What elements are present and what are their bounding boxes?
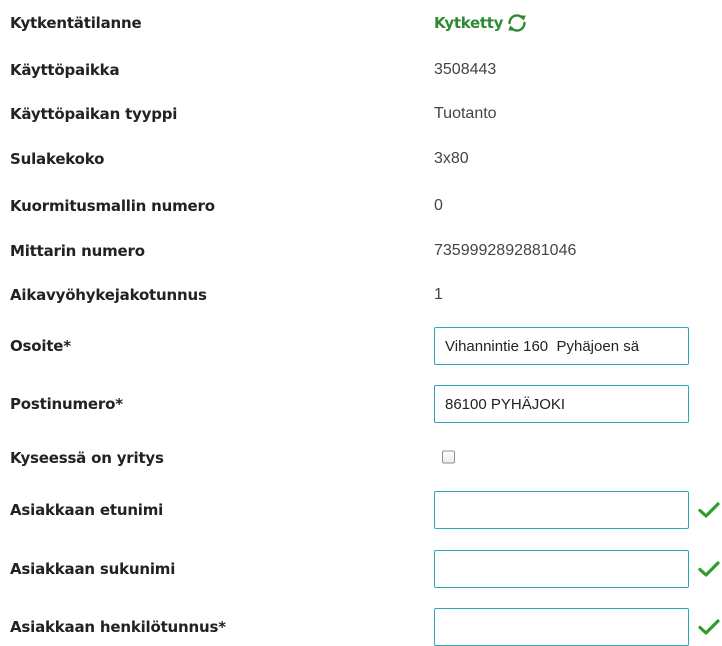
time-zone-code-value: 1 bbox=[434, 286, 443, 303]
meter-number-label: Mittarin numero bbox=[10, 242, 145, 260]
personal-id-input[interactable] bbox=[434, 608, 689, 646]
last-name-label: Asiakkaan sukunimi bbox=[10, 560, 176, 578]
meter-number-value: 7359992892881046 bbox=[434, 242, 577, 259]
refresh-icon[interactable] bbox=[505, 11, 529, 35]
last-name-input[interactable] bbox=[434, 550, 689, 588]
personal-id-label: Asiakkaan henkilötunnus* bbox=[10, 618, 226, 636]
connection-status-text: Kytketty bbox=[434, 14, 504, 32]
postal-code-label: Postinumero* bbox=[10, 395, 123, 413]
first-name-label: Asiakkaan etunimi bbox=[10, 501, 164, 519]
address-input[interactable] bbox=[434, 327, 689, 365]
fuse-size-label: Sulakekoko bbox=[10, 150, 105, 168]
load-model-number-value: 0 bbox=[434, 197, 443, 214]
fuse-size-value: 3x80 bbox=[434, 150, 469, 167]
checkmark-icon bbox=[698, 561, 720, 577]
connection-status-label: Kytkentätilanne bbox=[10, 14, 142, 32]
usage-place-label: Käyttöpaikka bbox=[10, 61, 120, 79]
is-company-label: Kyseessä on yritys bbox=[10, 449, 164, 467]
connection-status-value: Kytketty bbox=[434, 11, 529, 35]
address-label: Osoite* bbox=[10, 337, 71, 355]
is-company-checkbox[interactable] bbox=[442, 450, 455, 464]
postal-code-input[interactable] bbox=[434, 385, 689, 423]
time-zone-code-label: Aikavyöhykejakotunnus bbox=[10, 286, 207, 304]
load-model-number-label: Kuormitusmallin numero bbox=[10, 197, 215, 215]
checkmark-icon bbox=[698, 502, 720, 518]
usage-place-type-label: Käyttöpaikan tyyppi bbox=[10, 105, 178, 123]
checkmark-icon bbox=[698, 619, 720, 635]
usage-place-value: 3508443 bbox=[434, 61, 497, 78]
first-name-input[interactable] bbox=[434, 491, 689, 529]
usage-place-type-value: Tuotanto bbox=[434, 105, 497, 122]
